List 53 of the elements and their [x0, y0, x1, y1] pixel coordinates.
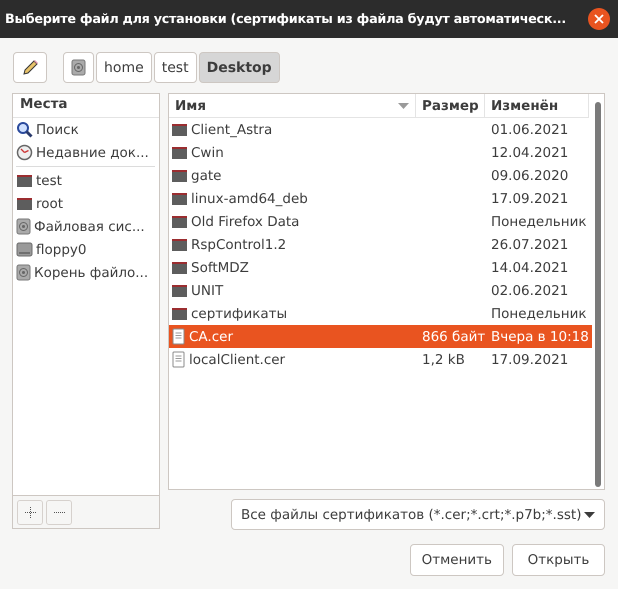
- path-button[interactable]: test: [154, 52, 197, 83]
- file-name: сертификаты: [191, 306, 288, 322]
- file-date: 14.04.2021: [490, 260, 570, 276]
- filter-dropdown[interactable]: Все файлы сертификатов (*.cer;*.crt;*.p7b;*.sst): [231, 499, 605, 530]
- file-date: Понедельник: [490, 214, 588, 230]
- file-date: 01.06.2021: [490, 122, 570, 138]
- file-row[interactable]: Old Firefox Data Понедельник: [169, 210, 592, 233]
- column-header[interactable]: Размер: [416, 94, 485, 118]
- file-date: 12.04.2021: [490, 144, 570, 160]
- sidebar-item[interactable]: floppy0: [13, 238, 159, 261]
- file-name: linux-amd64_deb: [191, 190, 308, 206]
- file-name: Old Firefox Data: [191, 214, 300, 230]
- sidebar-item[interactable]: Недавние док...: [13, 141, 159, 164]
- column-header[interactable]: Имя: [169, 94, 416, 118]
- file-name: SoftMDZ: [191, 260, 249, 276]
- file-date: 17.09.2021: [490, 190, 570, 206]
- file-row[interactable]: RspControl1.2 26.07.2021: [169, 233, 592, 256]
- sidebar-item[interactable]: Поиск: [13, 118, 159, 141]
- file-size: 866 байт: [421, 328, 485, 344]
- file-row[interactable]: CA.cer 866 байт Вчера в 10:18: [169, 325, 592, 348]
- file-date: 17.09.2021: [490, 352, 570, 368]
- path-button[interactable]: home: [96, 52, 152, 83]
- file-name: Client_Astra: [191, 122, 272, 138]
- file-date: 09.06.2020: [490, 168, 570, 184]
- file-row[interactable]: UNIT 02.06.2021: [169, 279, 592, 302]
- column-header[interactable]: Изменён: [485, 94, 589, 118]
- file-name: gate: [191, 168, 222, 184]
- file-row[interactable]: gate 09.06.2020: [169, 164, 592, 187]
- file-date: 02.06.2021: [490, 282, 570, 298]
- file-name: CA.cer: [189, 328, 233, 344]
- file-row[interactable]: SoftMDZ 14.04.2021: [169, 256, 592, 279]
- file-row[interactable]: linux-amd64_deb 17.09.2021: [169, 187, 592, 210]
- file-date: 26.07.2021: [490, 236, 570, 252]
- file-name: localClient.cer: [189, 352, 286, 368]
- file-row[interactable]: сертификаты Понедельник: [169, 302, 592, 325]
- sidebar-title: Места: [13, 94, 159, 118]
- sidebar-item[interactable]: root: [13, 192, 159, 215]
- file-size: 1,2 kB: [421, 352, 466, 368]
- file-date: Вчера в 10:18: [490, 328, 589, 344]
- file-name: RspControl1.2: [191, 236, 286, 252]
- sidebar-item[interactable]: Файловая сис...: [13, 215, 159, 238]
- file-date: Понедельник: [490, 306, 588, 322]
- file-row[interactable]: Client_Astra 01.06.2021: [169, 118, 592, 141]
- file-name: Cwin: [191, 144, 224, 160]
- file-row[interactable]: Cwin 12.04.2021: [169, 141, 592, 164]
- file-name: UNIT: [191, 282, 224, 298]
- file-row[interactable]: localClient.cer 1,2 kB 17.09.2021: [169, 348, 592, 371]
- window-title: Выберите файл для установки (сертификаты из файла будут автоматическ...: [5, 12, 566, 26]
- open-button[interactable]: Открыть: [512, 544, 605, 576]
- sidebar-item[interactable]: test: [13, 169, 159, 192]
- cancel-button[interactable]: Отменить: [410, 544, 504, 576]
- sidebar-item[interactable]: Корень файло...: [13, 261, 159, 284]
- path-button[interactable]: Desktop: [198, 52, 280, 83]
